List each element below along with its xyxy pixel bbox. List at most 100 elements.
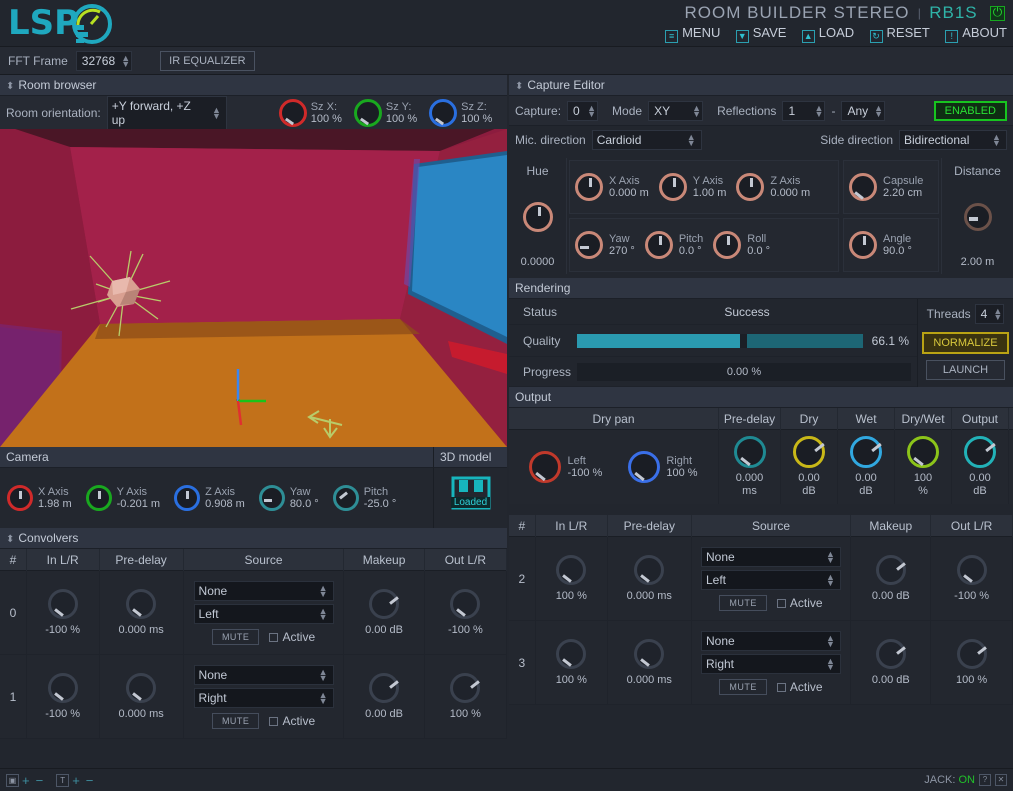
capsule-knob[interactable] (849, 173, 877, 201)
source-channel-spinner[interactable]: ▲▼ (825, 574, 836, 586)
collapse-arrows-icon-2[interactable]: ⬍ (6, 534, 14, 545)
makeup-knob[interactable] (369, 589, 399, 619)
source-file-select[interactable]: None ▲▼ (701, 631, 841, 651)
pitch-knob[interactable] (645, 231, 673, 259)
reflections-max-spinner[interactable]: ▲▼ (873, 105, 884, 117)
side-direction-spinner[interactable]: ▲▼ (991, 134, 1002, 146)
output-dry-knob[interactable] (793, 436, 825, 468)
size-x-knob[interactable] (279, 99, 307, 127)
size-z-knob[interactable] (429, 99, 457, 127)
room-orientation-spinner[interactable]: ▲▼ (211, 107, 222, 119)
mute-button[interactable]: MUTE (212, 713, 260, 729)
source-file-spinner[interactable]: ▲▼ (825, 551, 836, 563)
distance-knob[interactable] (964, 203, 992, 231)
in-lr-knob[interactable] (556, 555, 586, 585)
mode-select[interactable]: XY ▲▼ (648, 101, 703, 121)
in-lr-knob[interactable] (48, 589, 78, 619)
source-file-spinner[interactable]: ▲▼ (825, 635, 836, 647)
font-size-icon[interactable]: T (56, 774, 69, 787)
source-file-select[interactable]: None ▲▼ (194, 581, 334, 601)
source-channel-spinner[interactable]: ▲▼ (318, 608, 329, 620)
reflections-max-field[interactable]: Any ▲▼ (841, 101, 885, 121)
mic-direction-select[interactable]: Cardioid ▲▼ (592, 130, 702, 150)
mode-value[interactable]: XY (649, 102, 691, 120)
window-scale-icon[interactable]: ▣ (6, 774, 19, 787)
makeup-knob[interactable] (369, 673, 399, 703)
collapse-arrows-icon-3[interactable]: ⬍ (515, 81, 523, 92)
predelay-knob[interactable] (634, 639, 664, 669)
camera-z-axis-knob[interactable] (174, 485, 200, 511)
output-wet-knob[interactable] (850, 436, 882, 468)
room-orientation-select[interactable]: +Y forward, +Z up ▲▼ (107, 96, 227, 130)
threads-value[interactable]: 4 (976, 305, 993, 323)
source-channel-spinner[interactable]: ▲▼ (825, 658, 836, 670)
source-file-spinner[interactable]: ▲▼ (318, 669, 329, 681)
active-checkbox[interactable]: Active (777, 596, 823, 610)
output-predelay-knob[interactable] (734, 436, 766, 468)
source-channel-select[interactable]: Right ▲▼ (194, 688, 334, 708)
mute-button[interactable]: MUTE (212, 629, 260, 645)
capture-index-spinner[interactable]: ▲▼ (586, 105, 597, 117)
yaw-knob[interactable] (575, 231, 603, 259)
reflections-min-spinner[interactable]: ▲▼ (813, 105, 824, 117)
close-icon[interactable]: ✕ (995, 774, 1007, 786)
predelay-knob[interactable] (126, 673, 156, 703)
room-browser-header[interactable]: ⬍Room browser (0, 75, 507, 96)
convolvers-header[interactable]: ⬍Convolvers (0, 528, 507, 549)
in-lr-knob[interactable] (48, 673, 78, 703)
font-increase-button[interactable]: + (72, 773, 80, 788)
side-direction-select[interactable]: Bidirectional ▲▼ (899, 130, 1007, 150)
model-status-box[interactable]: Loaded (433, 468, 507, 528)
enabled-toggle[interactable]: ENABLED (934, 101, 1007, 121)
collapse-arrows-icon[interactable]: ⬍ (6, 81, 14, 92)
scale-increase-button[interactable]: + (22, 773, 30, 788)
dry-pan-left-knob[interactable] (529, 451, 561, 483)
output-drywet-knob[interactable] (907, 436, 939, 468)
camera-yaw-knob[interactable] (259, 485, 285, 511)
power-icon[interactable] (990, 6, 1005, 21)
font-decrease-button[interactable]: − (86, 773, 94, 788)
capture-index-field[interactable]: 0 ▲▼ (567, 101, 598, 121)
hue-knob[interactable] (523, 202, 553, 232)
out-lr-knob[interactable] (450, 673, 480, 703)
predelay-knob[interactable] (126, 589, 156, 619)
source-channel-select[interactable]: Right ▲▼ (701, 654, 841, 674)
normalize-button[interactable]: NORMALIZE (922, 332, 1008, 354)
active-checkbox[interactable]: Active (269, 714, 315, 728)
predelay-knob[interactable] (634, 555, 664, 585)
makeup-knob[interactable] (876, 555, 906, 585)
source-channel-select[interactable]: Left ▲▼ (701, 570, 841, 590)
source-file-select[interactable]: None ▲▼ (194, 665, 334, 685)
capture-index-value[interactable]: 0 (568, 102, 586, 120)
fft-frame-spinner[interactable]: ▲▼ (120, 55, 131, 67)
menu-item-about[interactable]: !ABOUT (945, 25, 1007, 43)
menu-item-save[interactable]: ▼SAVE (736, 25, 787, 43)
out-lr-knob[interactable] (450, 589, 480, 619)
source-file-spinner[interactable]: ▲▼ (318, 585, 329, 597)
y-axis-knob[interactable] (659, 173, 687, 201)
ir-equalizer-button[interactable]: IR EQUALIZER (160, 51, 254, 71)
3d-room-view[interactable] (0, 129, 507, 447)
output-level-knob[interactable] (964, 436, 996, 468)
menu-item-reset[interactable]: ↻RESET (870, 25, 930, 43)
roll-knob[interactable] (713, 231, 741, 259)
camera-x-axis-knob[interactable] (7, 485, 33, 511)
active-checkbox[interactable]: Active (269, 630, 315, 644)
reflections-min-field[interactable]: 1 ▲▼ (782, 101, 825, 121)
x-axis-knob[interactable] (575, 173, 603, 201)
threads-field[interactable]: 4 ▲▼ (975, 304, 1005, 324)
question-icon[interactable]: ? (979, 774, 991, 786)
out-lr-knob[interactable] (957, 555, 987, 585)
camera-pitch-knob[interactable] (333, 485, 359, 511)
out-lr-knob[interactable] (957, 639, 987, 669)
fft-frame-field[interactable]: 32768 ▲▼ (76, 51, 132, 71)
camera-y-axis-knob[interactable] (86, 485, 112, 511)
in-lr-knob[interactable] (556, 639, 586, 669)
menu-item-load[interactable]: ▲LOAD (802, 25, 854, 43)
makeup-knob[interactable] (876, 639, 906, 669)
capture-editor-header[interactable]: ⬍Capture Editor (509, 75, 1013, 96)
fft-frame-value[interactable]: 32768 (77, 52, 120, 70)
source-channel-spinner[interactable]: ▲▼ (318, 692, 329, 704)
launch-button[interactable]: LAUNCH (926, 360, 1005, 380)
menu-item-menu[interactable]: ≡MENU (665, 25, 720, 43)
